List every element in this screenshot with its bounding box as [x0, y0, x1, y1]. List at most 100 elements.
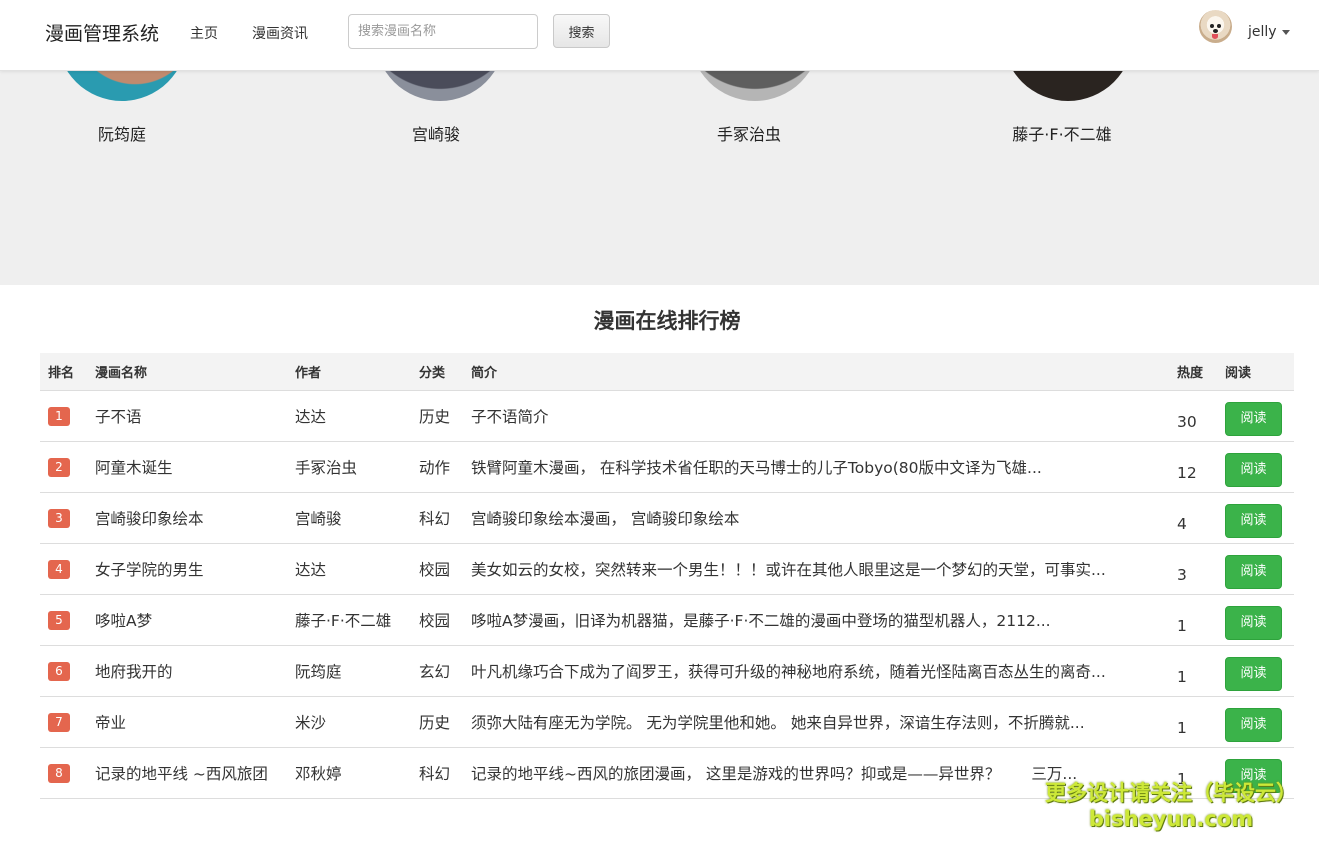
hot-cell: 4 — [1169, 492, 1217, 544]
category-cell: 动作 — [411, 441, 463, 493]
hot-cell: 30 — [1169, 390, 1217, 442]
rank-cell: 5 — [40, 594, 87, 646]
rank-cell: 1 — [40, 390, 87, 442]
user-avatar[interactable] — [1199, 10, 1232, 43]
rank-badge: 6 — [48, 661, 70, 681]
rank-badge: 4 — [48, 559, 70, 579]
intro-text: 叶凡机缘巧合下成为了阎罗王，获得可升级的神秘地府系统，随着光怪陆离百态丛生的离奇… — [471, 662, 1106, 681]
comic-name-cell[interactable]: 阿童木诞生 — [87, 441, 287, 493]
table-row: 2 阿童木诞生 手冢治虫 动作 铁臂阿童木漫画， 在科学技术省任职的天马博士的儿子Tob… — [40, 441, 1294, 493]
watermark-line2: bisheyun.com — [1088, 807, 1254, 831]
watermark: 更多设计请关注（毕设云） bisheyun.com — [1036, 780, 1306, 832]
user-menu-dropdown[interactable]: jelly — [1248, 24, 1290, 40]
rank-cell: 4 — [40, 543, 87, 595]
intro-cell: 哆啦A梦漫画，旧译为机器猫，是藤子·F·不二雄的漫画中登场的猫型机器人，2112… — [463, 594, 1169, 646]
brand-title[interactable]: 漫画管理系统 — [45, 19, 159, 46]
intro-text: 须弥大陆有座无为学院。 无为学院里他和她。 她来自异世界，深谙生存法则，不折腾就… — [471, 713, 1085, 732]
author-cell: 宫崎骏 — [287, 492, 411, 544]
category-cell: 校园 — [411, 594, 463, 646]
author-cell: 藤子·F·不二雄 — [287, 594, 411, 646]
read-button[interactable]: 阅读 — [1225, 452, 1282, 487]
read-cell: 阅读 — [1217, 645, 1294, 697]
read-button[interactable]: 阅读 — [1225, 503, 1282, 538]
author-photo[interactable] — [375, 71, 505, 101]
author-cell: 达达 — [287, 390, 411, 442]
intro-cell: 叶凡机缘巧合下成为了阎罗王，获得可升级的神秘地府系统，随着光怪陆离百态丛生的离奇… — [463, 645, 1169, 697]
comic-name-cell[interactable]: 子不语 — [87, 390, 287, 442]
category-cell: 历史 — [411, 390, 463, 442]
author-name[interactable]: 手冢治虫 — [669, 121, 829, 145]
intro-text: 宫崎骏印象绘本漫画， 宫崎骏印象绘本 — [471, 509, 740, 528]
intro-cell: 宫崎骏印象绘本漫画， 宫崎骏印象绘本 — [463, 492, 1169, 544]
rank-badge: 8 — [48, 763, 70, 783]
read-button[interactable]: 阅读 — [1225, 605, 1282, 640]
comic-name-cell[interactable]: 记录的地平线 ~西风旅团 — [87, 747, 287, 799]
nav-link-comic-news[interactable]: 漫画资讯 — [252, 23, 308, 43]
ranking-table: 排名 漫画名称 作者 分类 简介 热度 阅读 1 子不语 达达 历史 子不语简介 30 阅读… — [40, 353, 1294, 799]
avatar-tongue — [1212, 34, 1218, 39]
rank-cell: 3 — [40, 492, 87, 544]
read-cell: 阅读 — [1217, 390, 1294, 442]
avatar-nose — [1213, 29, 1218, 33]
category-cell: 科幻 — [411, 747, 463, 799]
rank-cell: 7 — [40, 696, 87, 748]
watermark-line1: 更多设计请关注（毕设云） — [1045, 781, 1297, 805]
hot-cell: 1 — [1169, 696, 1217, 748]
read-cell: 阅读 — [1217, 543, 1294, 595]
table-row: 1 子不语 达达 历史 子不语简介 30 阅读 — [40, 390, 1294, 442]
intro-cell: 子不语简介 — [463, 390, 1169, 442]
rank-badge: 5 — [48, 610, 70, 630]
search-input[interactable] — [348, 14, 538, 49]
hot-cell: 1 — [1169, 645, 1217, 697]
author-photo[interactable] — [57, 71, 187, 101]
author-name[interactable]: 阮筠庭 — [42, 121, 202, 145]
read-cell: 阅读 — [1217, 441, 1294, 493]
rank-cell: 6 — [40, 645, 87, 697]
author-cell: 米沙 — [287, 696, 411, 748]
read-button[interactable]: 阅读 — [1225, 554, 1282, 589]
comic-name-cell[interactable]: 宫崎骏印象绘本 — [87, 492, 287, 544]
rank-cell: 8 — [40, 747, 87, 799]
comic-name-cell[interactable]: 地府我开的 — [87, 645, 287, 697]
header-comic-name: 漫画名称 — [87, 353, 287, 391]
header-read: 阅读 — [1217, 353, 1294, 391]
category-cell: 科幻 — [411, 492, 463, 544]
comic-name-cell[interactable]: 哆啦A梦 — [87, 594, 287, 646]
category-cell: 玄幻 — [411, 645, 463, 697]
header-category: 分类 — [411, 353, 463, 391]
intro-cell: 铁臂阿童木漫画， 在科学技术省任职的天马博士的儿子Tobyo(80版中文译为飞雄… — [463, 441, 1169, 493]
read-cell: 阅读 — [1217, 696, 1294, 748]
read-button[interactable]: 阅读 — [1225, 707, 1282, 742]
hot-cell: 3 — [1169, 543, 1217, 595]
table-row: 6 地府我开的 阮筠庭 玄幻 叶凡机缘巧合下成为了阎罗王，获得可升级的神秘地府系统，随着… — [40, 645, 1294, 697]
table-header-row: 排名 漫画名称 作者 分类 简介 热度 阅读 — [40, 353, 1294, 391]
author-name[interactable]: 藤子·F·不二雄 — [982, 121, 1142, 145]
author-name[interactable]: 宫崎骏 — [356, 121, 516, 145]
comic-name-cell[interactable]: 帝业 — [87, 696, 287, 748]
nav-link-home[interactable]: 主页 — [190, 23, 218, 43]
rank-badge: 3 — [48, 508, 70, 528]
search-button[interactable]: 搜索 — [553, 14, 610, 48]
header-intro: 简介 — [463, 353, 1169, 391]
read-cell: 阅读 — [1217, 492, 1294, 544]
user-name: jelly — [1248, 24, 1277, 40]
avatar-eye — [1210, 24, 1214, 28]
read-button[interactable]: 阅读 — [1225, 401, 1282, 436]
author-photo[interactable] — [690, 71, 820, 101]
author-cell: 邓秋婷 — [287, 747, 411, 799]
category-cell: 校园 — [411, 543, 463, 595]
table-row: 5 哆啦A梦 藤子·F·不二雄 校园 哆啦A梦漫画，旧译为机器猫，是藤子·F·不二雄的漫… — [40, 594, 1294, 646]
hot-cell: 1 — [1169, 594, 1217, 646]
intro-text: 哆啦A梦漫画，旧译为机器猫，是藤子·F·不二雄的漫画中登场的猫型机器人，2112… — [471, 611, 1051, 630]
intro-text: 铁臂阿童木漫画， 在科学技术省任职的天马博士的儿子Tobyo(80版中文译为飞雄… — [471, 458, 1042, 477]
author-cell: 阮筠庭 — [287, 645, 411, 697]
authors-section: 阮筠庭 宫崎骏 手冢治虫 藤子·F·不二雄 — [0, 71, 1319, 285]
comic-name-cell[interactable]: 女子学院的男生 — [87, 543, 287, 595]
intro-text: 美女如云的女校，突然转来一个男生！！！或许在其他人眼里这是一个梦幻的天堂，可事实… — [471, 560, 1106, 579]
author-photo[interactable] — [1003, 71, 1133, 101]
category-cell: 历史 — [411, 696, 463, 748]
table-row: 3 宫崎骏印象绘本 宫崎骏 科幻 宫崎骏印象绘本漫画， 宫崎骏印象绘本 4 阅读 — [40, 492, 1294, 544]
header-rank: 排名 — [40, 353, 87, 391]
read-button[interactable]: 阅读 — [1225, 656, 1282, 691]
caret-down-icon — [1281, 29, 1290, 35]
